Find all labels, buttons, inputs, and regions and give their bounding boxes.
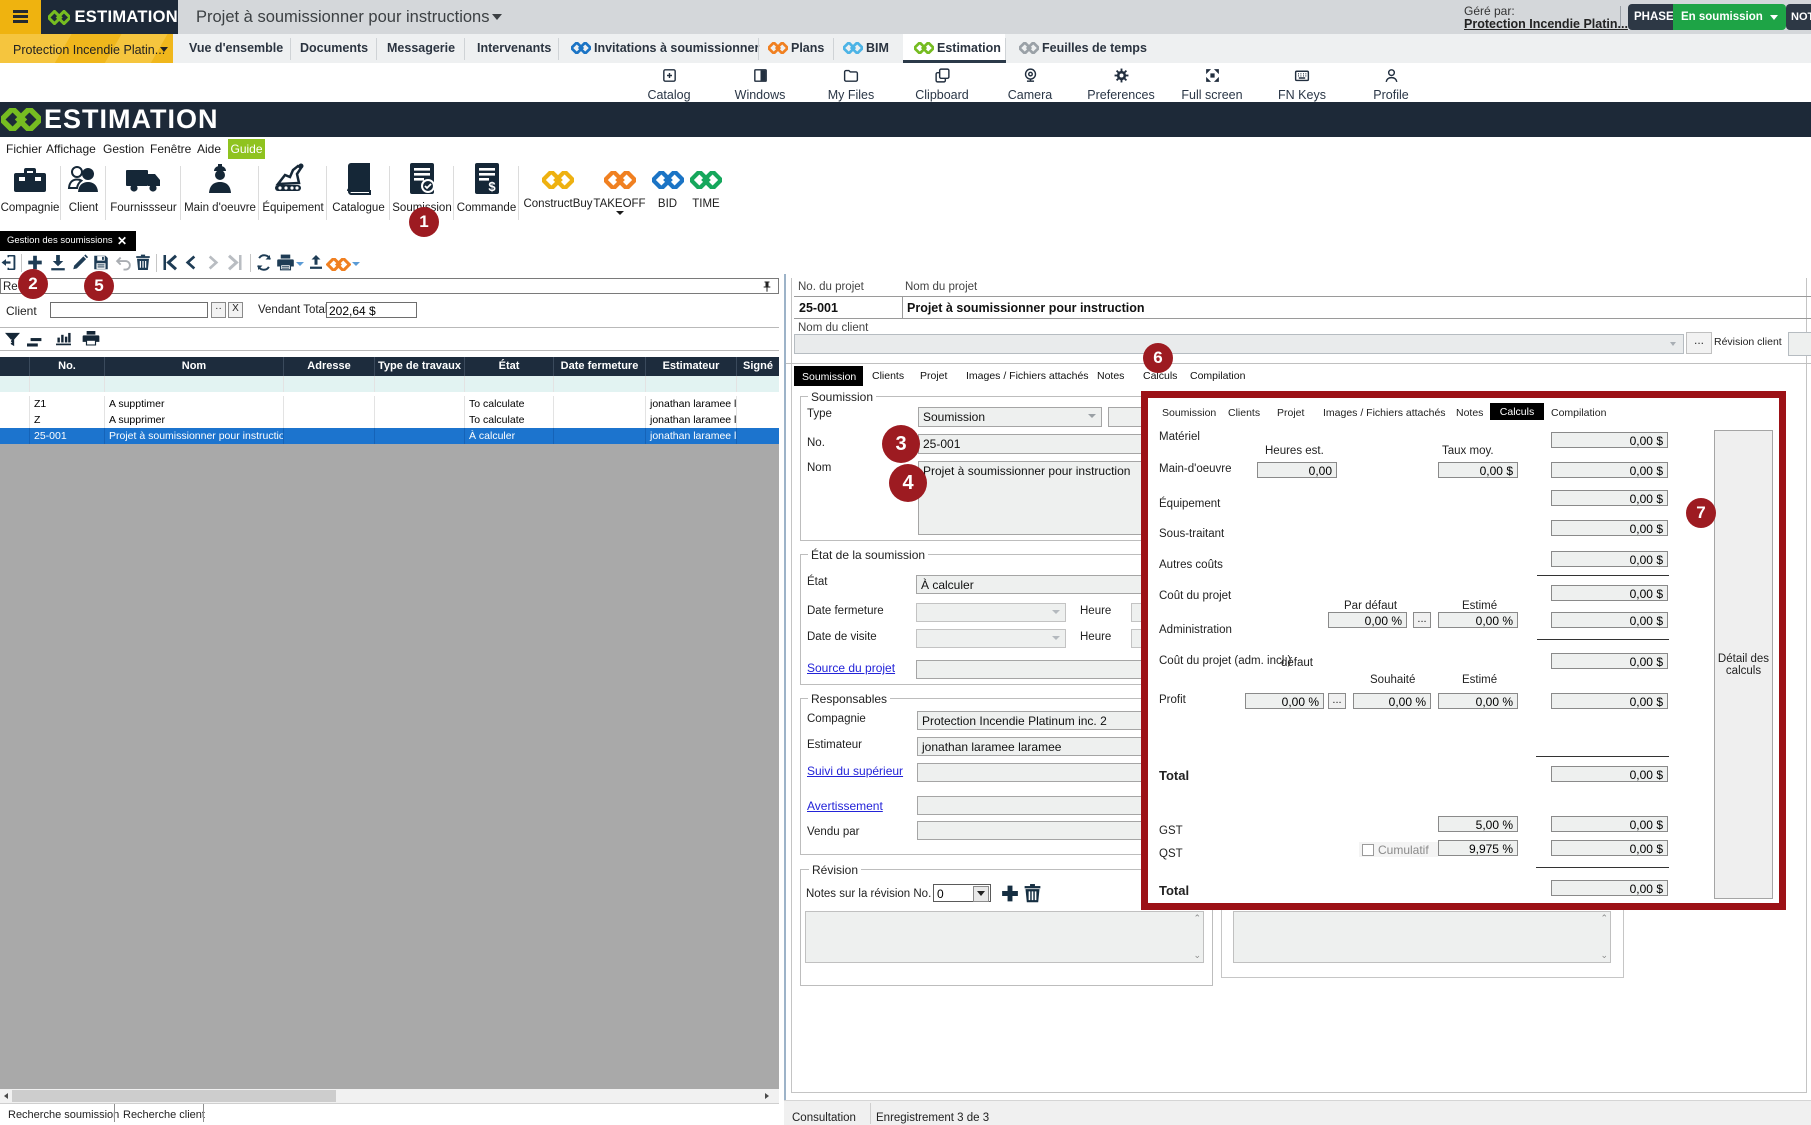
svg-text:$: $ <box>488 179 496 194</box>
svg-text:x: x <box>8 338 12 345</box>
